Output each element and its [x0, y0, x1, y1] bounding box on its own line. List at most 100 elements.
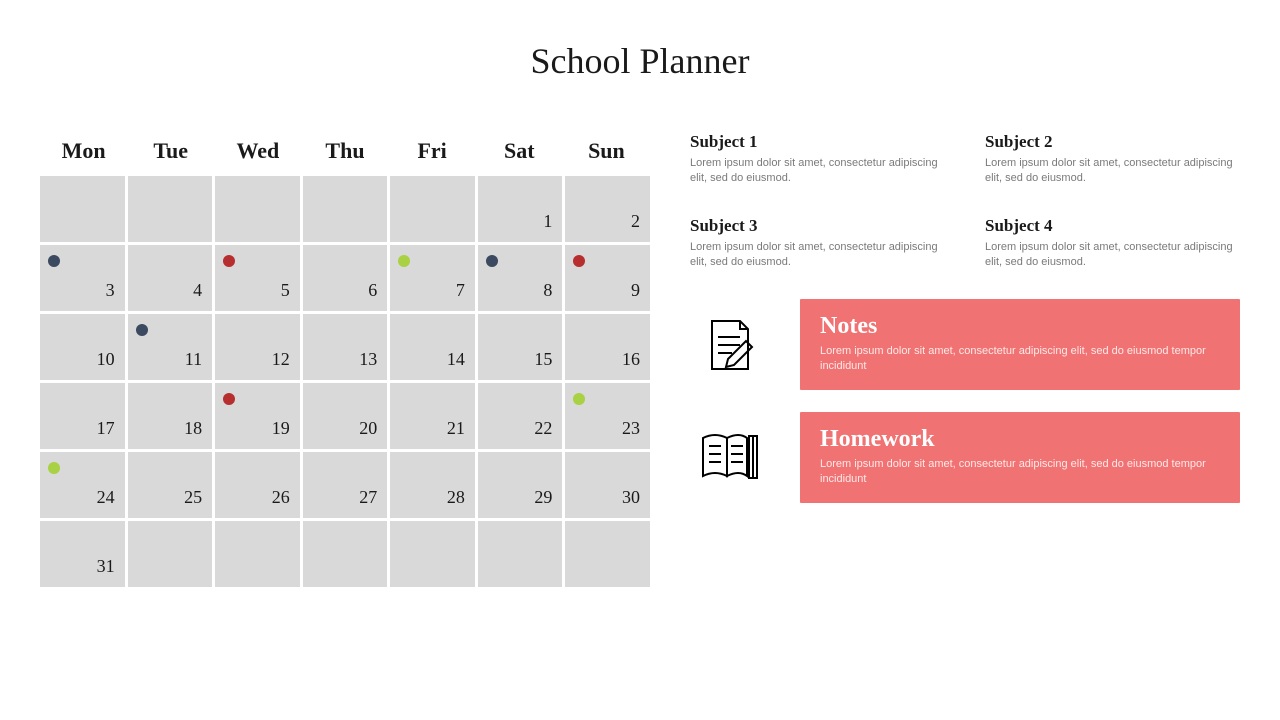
calendar-header: Mon Tue Wed Thu Fri Sat Sun — [40, 132, 650, 170]
page-title: School Planner — [40, 40, 1240, 82]
subject-4-body: Lorem ipsum dolor sit amet, consectetur … — [985, 240, 1240, 270]
day-number: 29 — [534, 487, 552, 508]
calendar-cell: 18 — [128, 383, 213, 449]
day-number: 22 — [534, 418, 552, 439]
subject-2-body: Lorem ipsum dolor sit amet, consectetur … — [985, 156, 1240, 186]
day-number: 30 — [622, 487, 640, 508]
notes-panel: Notes Lorem ipsum dolor sit amet, consec… — [800, 299, 1240, 390]
calendar-grid: 1234567891011121314151617181920212223242… — [40, 176, 650, 587]
event-dot-icon — [223, 393, 235, 405]
calendar-cell: 25 — [128, 452, 213, 518]
calendar-cell: 14 — [390, 314, 475, 380]
notes-row: Notes Lorem ipsum dolor sit amet, consec… — [690, 299, 1240, 390]
event-dot-icon — [573, 255, 585, 267]
day-number: 27 — [359, 487, 377, 508]
day-number: 11 — [185, 349, 202, 370]
homework-icon — [690, 430, 770, 484]
event-dot-icon — [48, 255, 60, 267]
subject-2-title: Subject 2 — [985, 132, 1240, 152]
event-dot-icon — [486, 255, 498, 267]
calendar-cell: 9 — [565, 245, 650, 311]
subject-1-body: Lorem ipsum dolor sit amet, consectetur … — [690, 156, 945, 186]
calendar-cell: 3 — [40, 245, 125, 311]
calendar-cell: 24 — [40, 452, 125, 518]
day-number: 8 — [543, 280, 552, 301]
day-number: 18 — [184, 418, 202, 439]
calendar-cell — [390, 176, 475, 242]
calendar-cell — [303, 176, 388, 242]
weekday-fri: Fri — [389, 132, 476, 170]
day-number: 13 — [359, 349, 377, 370]
day-number: 5 — [281, 280, 290, 301]
day-number: 14 — [447, 349, 465, 370]
calendar-cell — [303, 521, 388, 587]
notes-title: Notes — [820, 313, 1220, 340]
right-column: Subject 1 Lorem ipsum dolor sit amet, co… — [690, 132, 1240, 587]
calendar-cell: 27 — [303, 452, 388, 518]
calendar-cell: 15 — [478, 314, 563, 380]
event-dot-icon — [136, 324, 148, 336]
event-dot-icon — [398, 255, 410, 267]
calendar: Mon Tue Wed Thu Fri Sat Sun 123456789101… — [40, 132, 650, 587]
day-number: 4 — [193, 280, 202, 301]
event-dot-icon — [223, 255, 235, 267]
calendar-cell — [565, 521, 650, 587]
calendar-cell: 31 — [40, 521, 125, 587]
weekday-mon: Mon — [40, 132, 127, 170]
day-number: 10 — [97, 349, 115, 370]
homework-body: Lorem ipsum dolor sit amet, consectetur … — [820, 457, 1220, 487]
day-number: 25 — [184, 487, 202, 508]
content-area: Mon Tue Wed Thu Fri Sat Sun 123456789101… — [40, 132, 1240, 587]
subject-4-title: Subject 4 — [985, 216, 1240, 236]
homework-panel: Homework Lorem ipsum dolor sit amet, con… — [800, 412, 1240, 503]
calendar-cell: 22 — [478, 383, 563, 449]
day-number: 1 — [543, 211, 552, 232]
calendar-cell: 12 — [215, 314, 300, 380]
notes-body: Lorem ipsum dolor sit amet, consectetur … — [820, 344, 1220, 374]
day-number: 9 — [631, 280, 640, 301]
event-dot-icon — [48, 462, 60, 474]
subject-2: Subject 2 Lorem ipsum dolor sit amet, co… — [985, 132, 1240, 186]
day-number: 23 — [622, 418, 640, 439]
calendar-cell: 13 — [303, 314, 388, 380]
calendar-cell: 7 — [390, 245, 475, 311]
event-dot-icon — [573, 393, 585, 405]
day-number: 28 — [447, 487, 465, 508]
day-number: 15 — [534, 349, 552, 370]
calendar-cell: 6 — [303, 245, 388, 311]
homework-title: Homework — [820, 426, 1220, 453]
notes-icon — [690, 315, 770, 375]
subject-3-title: Subject 3 — [690, 216, 945, 236]
homework-row: Homework Lorem ipsum dolor sit amet, con… — [690, 412, 1240, 503]
calendar-cell: 11 — [128, 314, 213, 380]
subject-4: Subject 4 Lorem ipsum dolor sit amet, co… — [985, 216, 1240, 270]
calendar-cell: 10 — [40, 314, 125, 380]
weekday-thu: Thu — [301, 132, 388, 170]
subject-3: Subject 3 Lorem ipsum dolor sit amet, co… — [690, 216, 945, 270]
calendar-cell: 30 — [565, 452, 650, 518]
calendar-cell — [215, 521, 300, 587]
weekday-sat: Sat — [476, 132, 563, 170]
calendar-cell — [390, 521, 475, 587]
calendar-cell: 2 — [565, 176, 650, 242]
day-number: 12 — [272, 349, 290, 370]
calendar-cell: 20 — [303, 383, 388, 449]
calendar-cell — [215, 176, 300, 242]
weekday-sun: Sun — [563, 132, 650, 170]
day-number: 24 — [97, 487, 115, 508]
calendar-cell — [128, 176, 213, 242]
calendar-cell: 8 — [478, 245, 563, 311]
calendar-cell — [478, 521, 563, 587]
day-number: 7 — [456, 280, 465, 301]
day-number: 3 — [106, 280, 115, 301]
calendar-cell: 29 — [478, 452, 563, 518]
day-number: 26 — [272, 487, 290, 508]
day-number: 20 — [359, 418, 377, 439]
calendar-cell: 4 — [128, 245, 213, 311]
subject-3-body: Lorem ipsum dolor sit amet, consectetur … — [690, 240, 945, 270]
day-number: 16 — [622, 349, 640, 370]
calendar-cell: 21 — [390, 383, 475, 449]
weekday-tue: Tue — [127, 132, 214, 170]
calendar-cell: 19 — [215, 383, 300, 449]
calendar-cell: 28 — [390, 452, 475, 518]
